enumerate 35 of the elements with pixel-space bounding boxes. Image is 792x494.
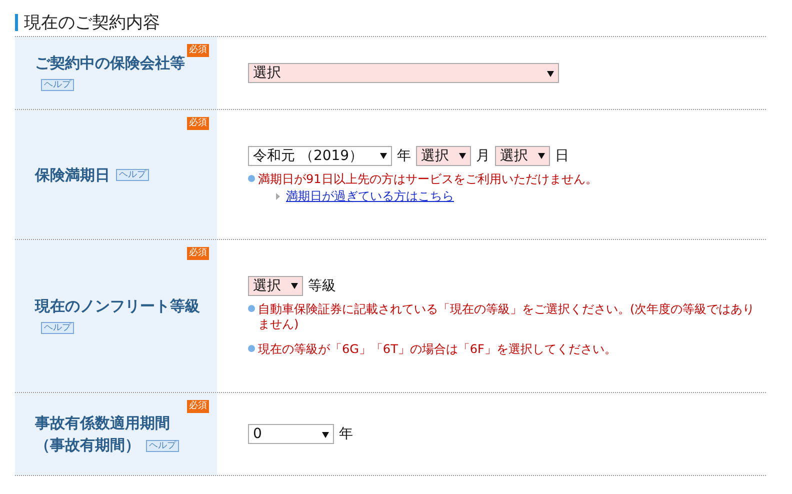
caret-icon: [547, 70, 554, 76]
unit-label: 等級: [308, 276, 336, 294]
heading-marker: [15, 14, 18, 30]
note-text: 自動車保険証券に記載されている「現在の等級」をご選択ください。(次年度の等級ではありません): [258, 302, 756, 332]
unit-label: 日: [555, 146, 569, 164]
caret-icon: [380, 152, 387, 159]
unit-label: 年: [397, 146, 411, 164]
required-badge: 必須: [187, 247, 209, 260]
field-label: 現在のノンフリート等級: [35, 296, 200, 314]
note-text: 満期日が91日以上先の方はサービスをご利用いただけません。: [258, 172, 598, 186]
note-text: 現在の等級が「6G」「6T」の場合は「6F」を選択してください。: [258, 342, 616, 356]
required-badge: 必須: [187, 117, 209, 130]
select-field[interactable]: 選択: [248, 276, 303, 296]
caret-icon: [459, 152, 466, 159]
bullet-icon: [248, 304, 255, 312]
select-field[interactable]: 令和元 （2019）: [248, 146, 392, 166]
select-field[interactable]: 選択: [495, 146, 550, 166]
bullet-icon: [248, 174, 255, 182]
caret-icon: [538, 152, 545, 159]
field-label: （事故有期間）: [35, 436, 140, 454]
unit-label: 年: [339, 425, 353, 443]
select-field[interactable]: 選択: [416, 146, 471, 166]
field-label: ご契約中の保険会社等: [35, 54, 185, 72]
required-badge: 必須: [187, 400, 209, 413]
caret-icon: [291, 282, 298, 289]
required-badge: 必須: [187, 44, 209, 57]
unit-label: 月: [476, 146, 490, 164]
field-label: 事故有係数適用期間: [35, 414, 170, 432]
select-field[interactable]: 0: [248, 424, 334, 444]
arrow-icon: [276, 192, 280, 200]
section-title: 現在のご契約内容: [24, 12, 160, 34]
field-label: 保険満期日: [35, 166, 110, 184]
select-field[interactable]: 選択: [248, 63, 559, 83]
caret-icon: [322, 430, 329, 438]
bullet-icon: [248, 344, 255, 352]
